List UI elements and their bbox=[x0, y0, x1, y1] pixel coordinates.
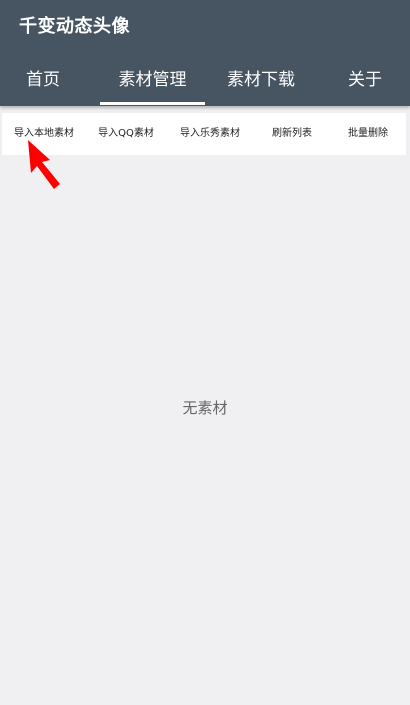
app-title: 千变动态头像 bbox=[19, 16, 130, 37]
refresh-list-button[interactable]: 刷新列表 bbox=[252, 113, 332, 155]
red-arrow-icon bbox=[28, 140, 60, 189]
tab-indicator bbox=[100, 102, 205, 105]
batch-delete-button[interactable]: 批量删除 bbox=[328, 113, 408, 155]
import-qq-material-button[interactable]: 导入QQ素材 bbox=[86, 113, 166, 155]
tab-material-download[interactable]: 素材下载 bbox=[214, 56, 308, 106]
import-lexiu-material-button[interactable]: 导入乐秀素材 bbox=[170, 113, 250, 155]
tab-material-management[interactable]: 素材管理 bbox=[100, 56, 205, 106]
app-header: 千变动态头像 首页 素材管理 素材下载 关于 bbox=[0, 0, 410, 106]
empty-state-text: 无素材 bbox=[182, 399, 228, 417]
tab-home[interactable]: 首页 bbox=[0, 56, 86, 106]
tab-bar: 首页 素材管理 素材下载 关于 bbox=[0, 56, 410, 106]
tab-about[interactable]: 关于 bbox=[330, 56, 400, 106]
